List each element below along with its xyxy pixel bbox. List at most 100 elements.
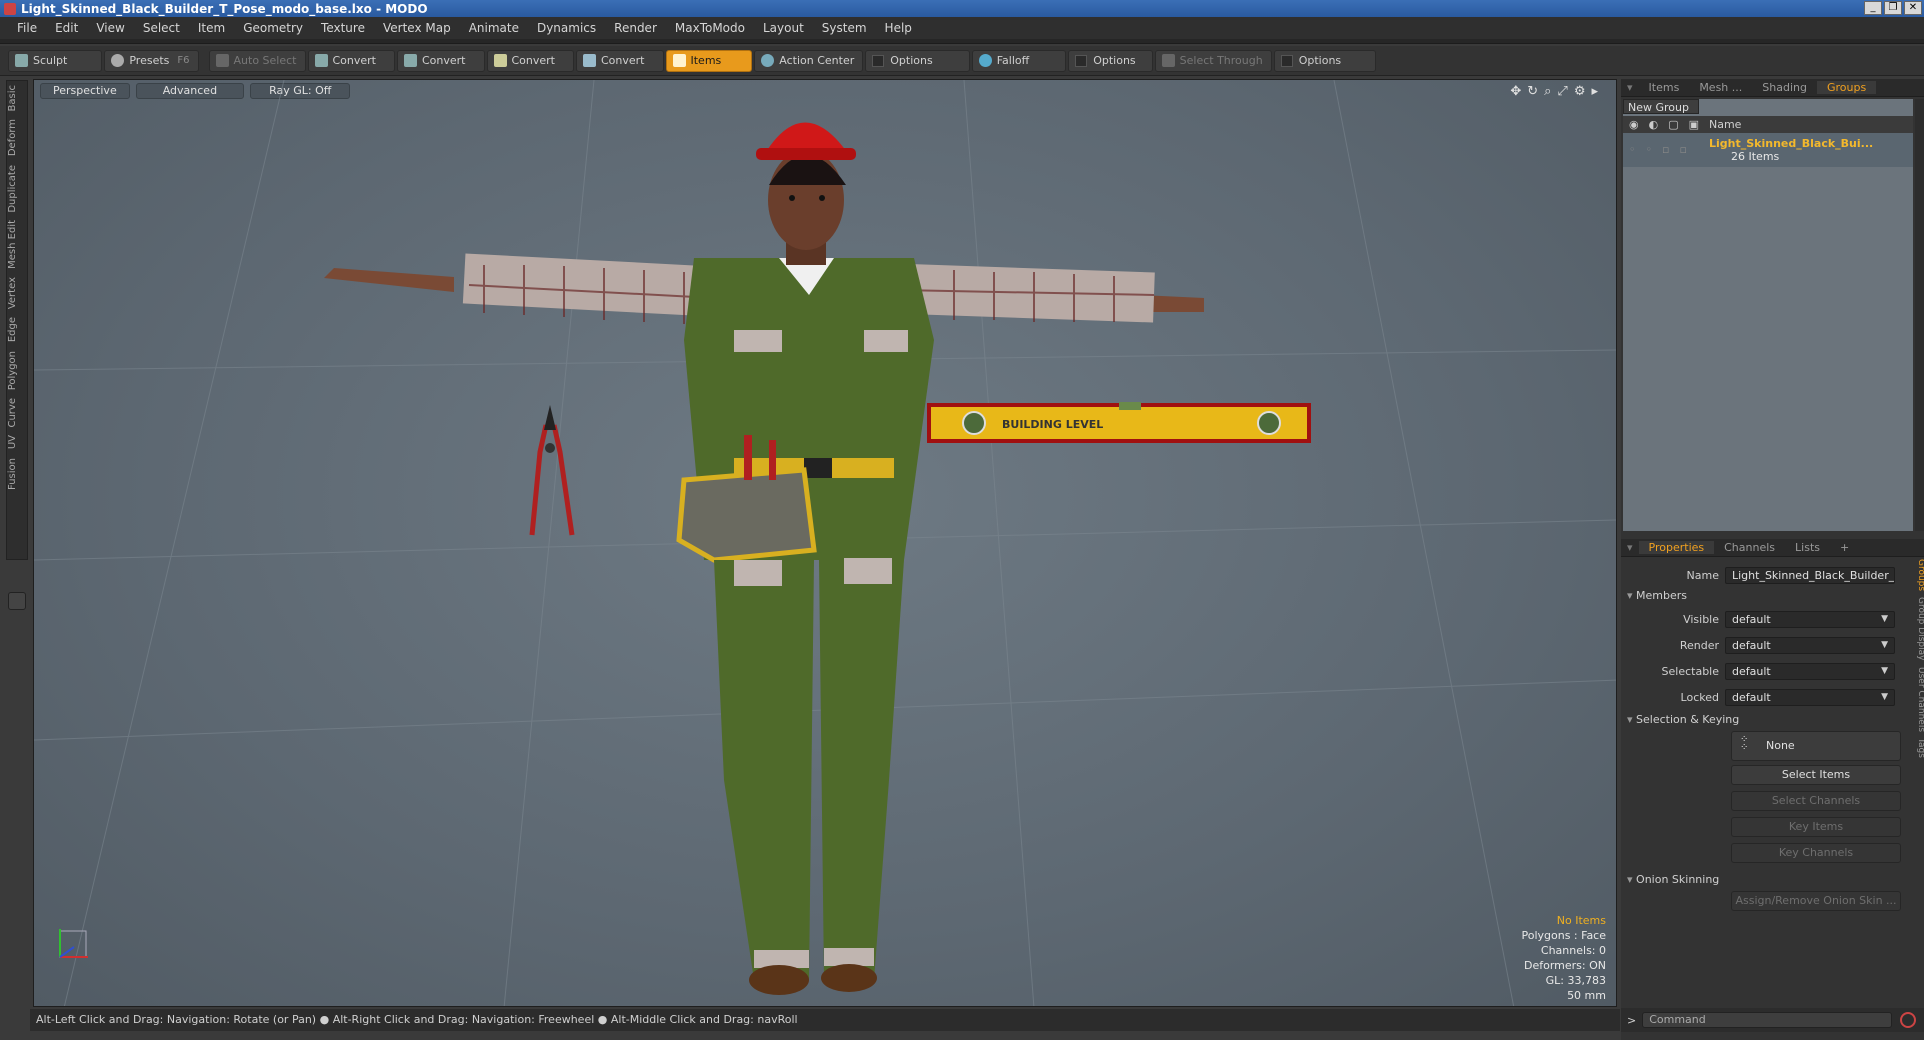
tab-deform[interactable]: Deform [7,115,27,160]
side-tab-groups[interactable]: Groups [1916,559,1924,591]
visible-dropdown[interactable]: default ▼ [1725,610,1895,628]
tab-uv[interactable]: UV [7,431,27,453]
vertex-convert-icon [314,54,328,67]
action-center-options-button[interactable]: Options [865,49,970,72]
menu-vertex-map[interactable]: Vertex Map [374,21,460,35]
menu-maxtomodo[interactable]: MaxToModo [666,21,754,35]
render-dropdown[interactable]: default ▼ [1725,636,1895,654]
locked-dropdown[interactable]: default ▼ [1725,688,1895,706]
tab-curve[interactable]: Curve [7,394,27,432]
key-channels-button[interactable]: Key Channels [1731,843,1901,863]
command-bar: > Command [1621,1008,1924,1032]
tab-fusion[interactable]: Fusion [7,454,27,494]
select-channels-button[interactable]: Select Channels [1731,791,1901,811]
chevron-down-icon: ▼ [1881,639,1888,650]
panel-menu-icon[interactable]: ▾ [1621,81,1639,94]
menu-edit[interactable]: Edit [46,21,87,35]
key-items-button[interactable]: Key Items [1731,817,1901,837]
menu-select[interactable]: Select [134,21,189,35]
assign-onion-skin-button[interactable]: Assign/Remove Onion Skin ... [1731,891,1901,911]
menu-system[interactable]: System [813,21,876,35]
selection-keying-section[interactable]: Selection & Keying [1627,713,1739,726]
tab-vertex[interactable]: Vertex [7,273,27,313]
group-name: Light_Skinned_Black_Bui... [1709,137,1874,150]
menu-view[interactable]: View [87,21,133,35]
menu-texture[interactable]: Texture [312,21,374,35]
name-field[interactable]: Light_Skinned_Black_Builder_T_P [1725,566,1895,584]
row-render-icon[interactable]: ◦ [1646,143,1653,156]
add-tab-button[interactable]: + [1830,541,1859,554]
side-tab-user-channels[interactable]: User Channels [1916,667,1924,732]
panel-menu-icon[interactable]: ▾ [1621,541,1639,554]
modo-app-icon [4,2,16,15]
title-bar: Light_Skinned_Black_Builder_T_Pose_modo_… [0,0,1924,17]
tab-polygon[interactable]: Polygon [7,347,27,394]
maximize-button[interactable]: ❐ [1884,1,1902,15]
sculpt-button[interactable]: Sculpt [8,49,103,72]
menu-layout[interactable]: Layout [754,21,813,35]
edge-convert-icon [404,54,417,67]
members-section[interactable]: Members [1627,589,1687,602]
selectable-row: Selectable default ▼ [1623,661,1913,681]
tab-basic[interactable]: Basic [7,81,27,115]
convert-edges-button[interactable]: Convert [397,49,485,72]
menu-file[interactable]: File [8,21,46,35]
visible-eye-icon: ◉ [1629,118,1639,131]
selection-info: No Items [1556,914,1606,927]
crosshair-icon [761,54,775,67]
record-macro-icon[interactable] [1900,1012,1917,1028]
select-through-options-button[interactable]: Options [1273,49,1377,72]
close-button[interactable]: ✕ [1904,1,1922,15]
menu-render[interactable]: Render [605,21,666,35]
menu-geometry[interactable]: Geometry [234,21,312,35]
tab-lists[interactable]: Lists [1785,541,1830,554]
options-checkbox[interactable] [1280,54,1293,67]
gl-info: GL: 33,783 [1545,974,1606,987]
auto-select-button[interactable]: Auto Select [208,49,306,72]
command-input[interactable]: Command [1642,1012,1893,1028]
options-checkbox[interactable] [872,54,885,67]
group-row[interactable]: ◦ ◦ ▫ ▫ Light_Skinned_Black_Bui... 26 It… [1623,133,1913,167]
falloff-icon [978,54,992,67]
convert-polygons-button[interactable]: Convert [486,49,574,72]
presets-button[interactable]: Presets F6 [104,49,199,72]
polygons-info: Polygons : Face [1521,929,1606,942]
tab-edge[interactable]: Edge [7,313,27,346]
menu-help[interactable]: Help [876,21,921,35]
options-checkbox[interactable] [1075,54,1088,67]
select-items-button[interactable]: Select Items [1731,765,1901,785]
locked-row: Locked default ▼ [1623,687,1913,707]
side-tab-tags[interactable]: Tags [1916,738,1924,758]
groups-scrollbar[interactable] [1915,99,1924,531]
side-tab-group-display[interactable]: Group Display [1916,597,1924,660]
onion-skinning-section[interactable]: Onion Skinning [1627,873,1719,886]
tab-groups[interactable]: Groups [1816,81,1877,94]
3d-viewport[interactable]: Perspective Advanced Ray GL: Off ✥ ↻ ⌕ ⤢… [33,79,1617,1007]
convert-materials-button[interactable]: Convert [576,49,664,72]
items-mode-button[interactable]: Items [665,49,753,72]
menu-animate[interactable]: Animate [460,21,528,35]
falloff-options-button[interactable]: Options [1068,49,1153,72]
row-eye-icon[interactable]: ◦ [1629,143,1636,156]
falloff-button[interactable]: Falloff [971,49,1067,72]
new-group-button[interactable]: New Group [1623,99,1699,114]
tab-mesh[interactable]: Mesh ... [1689,81,1752,94]
row-select-icon[interactable]: ▫ [1679,143,1686,156]
none-button[interactable]: ⁘ ⁘ None [1731,731,1901,761]
tab-items[interactable]: Items [1639,81,1690,94]
convert-vertices-button[interactable]: Convert [307,49,395,72]
action-center-button[interactable]: Action Center [754,49,864,72]
row-lock-icon[interactable]: ▫ [1662,143,1669,156]
groups-list-header: ◉ ◐ ▢ ▣ Name [1623,116,1913,133]
tab-mesh-edit[interactable]: Mesh Edit [7,216,27,273]
tab-duplicate[interactable]: Duplicate [7,161,27,217]
select-through-button[interactable]: Select Through [1154,49,1272,72]
minimize-button[interactable]: _ [1864,1,1882,15]
tab-properties[interactable]: Properties [1638,541,1715,554]
tab-shading[interactable]: Shading [1752,81,1817,94]
toolbox-toggle-button[interactable] [8,592,26,610]
menu-item[interactable]: Item [189,21,234,35]
tab-channels[interactable]: Channels [1714,541,1785,554]
selectable-dropdown[interactable]: default ▼ [1725,662,1895,680]
menu-dynamics[interactable]: Dynamics [528,21,605,35]
